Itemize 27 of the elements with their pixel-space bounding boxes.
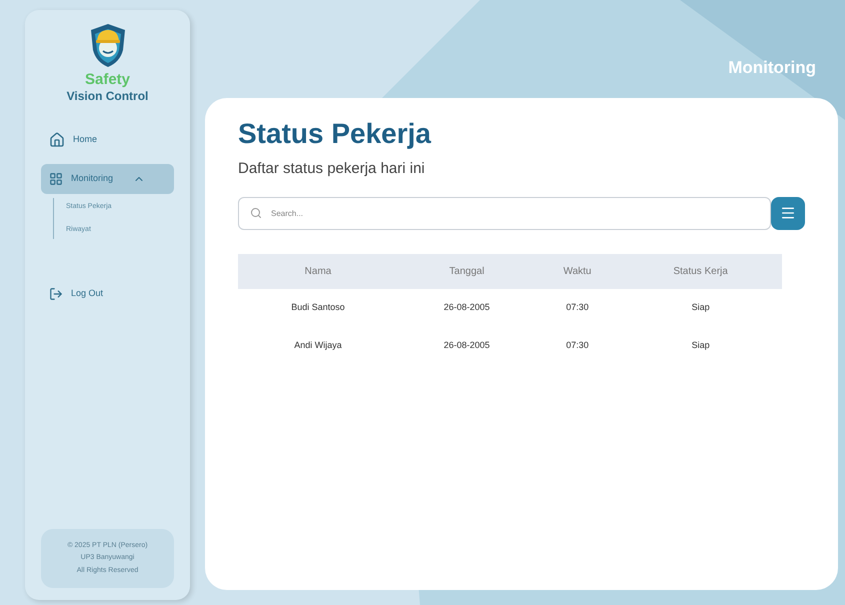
menu-icon	[780, 205, 796, 221]
table-cell: 07:30	[536, 288, 620, 326]
grid-icon	[49, 172, 63, 186]
table-cell-text: 07:30	[565, 338, 590, 352]
table-cell: Siap	[619, 288, 782, 326]
brand-subtitle: Vision Control	[66, 88, 148, 104]
column-header: Status Kerja	[619, 254, 782, 288]
table-cell-text: Siap	[690, 338, 711, 352]
nav-item[interactable]: Monitoring	[41, 164, 174, 194]
search-icon	[250, 206, 262, 218]
home-icon	[49, 132, 65, 148]
column-header: Tanggal	[398, 254, 536, 288]
table-cell-text: Andi Wijaya	[293, 338, 343, 352]
column-header: Waktu	[536, 254, 620, 288]
table-cell: 26-08-2005	[398, 288, 536, 326]
search-field[interactable]: Search...	[238, 196, 771, 230]
nav-item[interactable]: Log Out	[41, 279, 174, 309]
page-subtitle: Daftar status pekerja hari ini	[238, 159, 426, 179]
page-title: Status Pekerja	[238, 118, 432, 150]
table-cell-text: 26-08-2005	[442, 338, 491, 352]
menu-button[interactable]	[771, 196, 805, 230]
nav-item[interactable]: Home	[41, 124, 174, 156]
column-header: Nama	[238, 254, 398, 288]
brand-name: Safety	[84, 72, 130, 88]
header-title: Monitoring	[728, 57, 816, 79]
table-cell: Budi Santoso	[238, 288, 398, 326]
logout-icon	[49, 287, 63, 301]
